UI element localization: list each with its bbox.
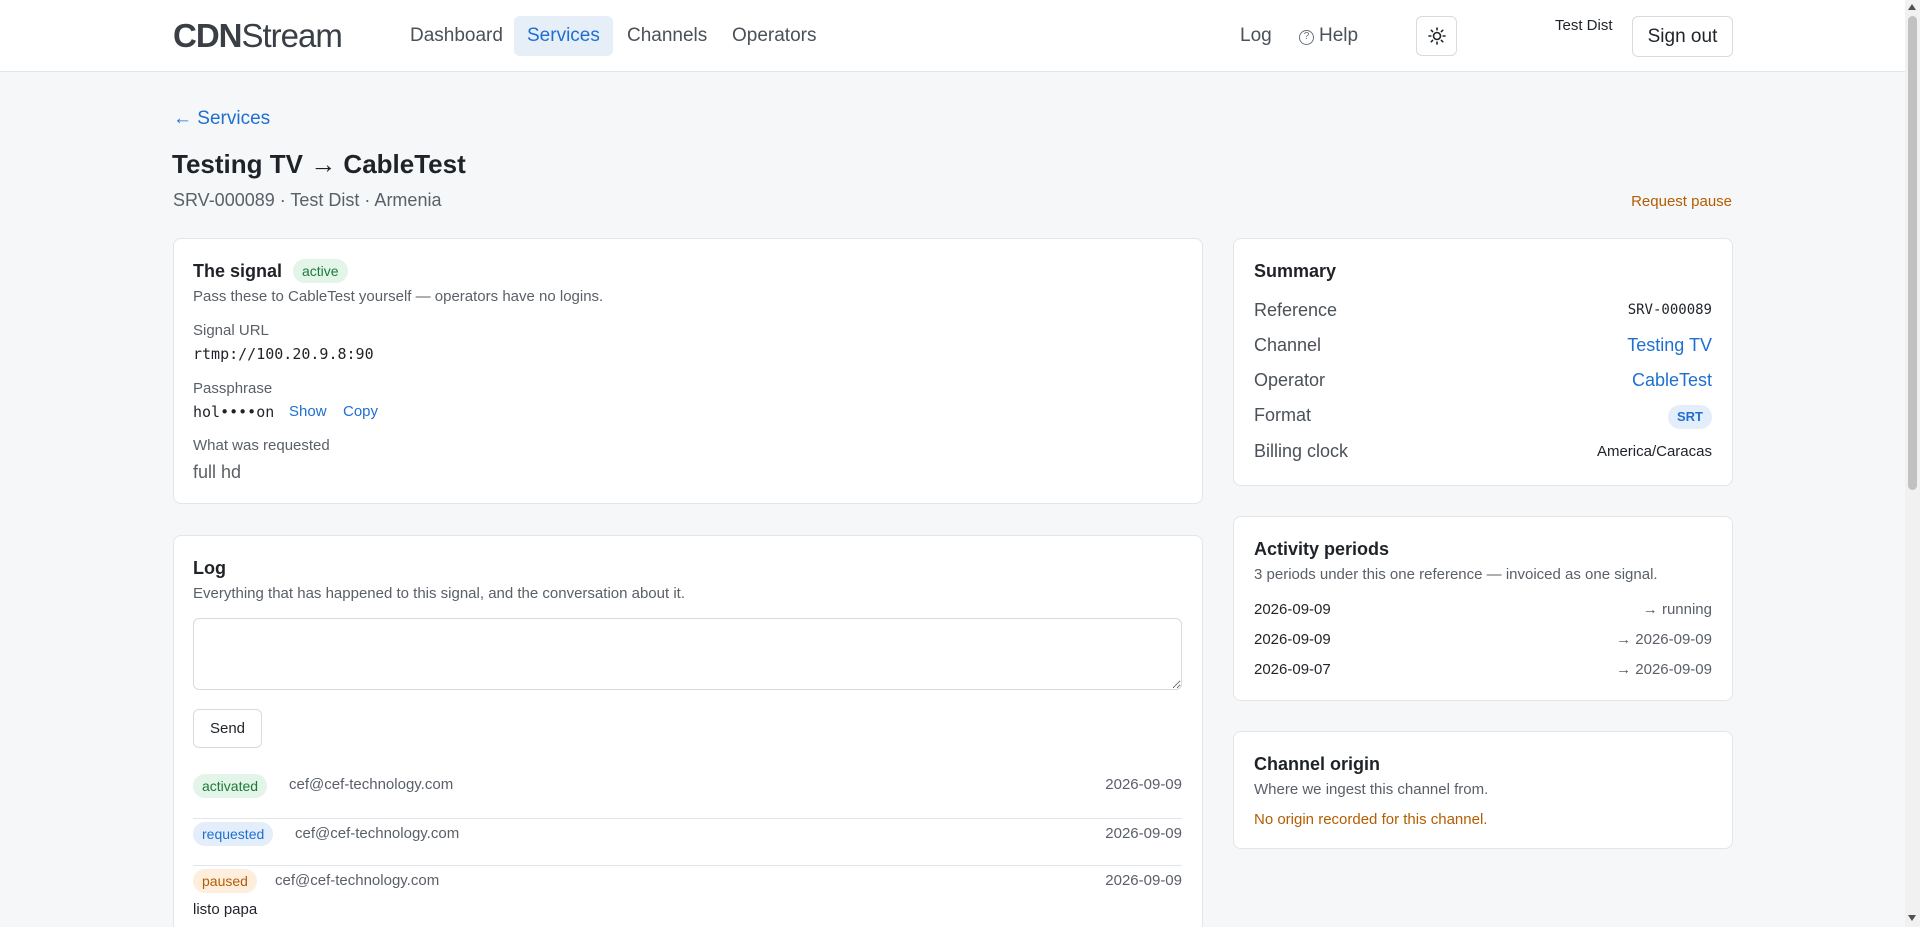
log-date: 2026-09-09: [1105, 872, 1182, 889]
nav-operators[interactable]: Operators: [719, 16, 829, 56]
nav-services[interactable]: Services: [514, 16, 613, 56]
activity-periods-title: Activity periods: [1254, 539, 1390, 559]
operator-label: Operator: [1254, 370, 1326, 390]
log-status-badge: requested: [193, 822, 274, 846]
signal-url-label: Signal URL: [193, 322, 269, 339]
top-navigation-bar: CDNStream Dashboard Services Channels Op…: [0, 0, 1905, 72]
status-badge: active: [293, 259, 348, 283]
summary-row-reference: Reference SRV-000089: [1254, 300, 1712, 330]
format-badge: SRT: [1668, 405, 1712, 429]
reference-label: Reference: [1254, 300, 1338, 320]
period-row: 2026-09-09 → running: [1254, 601, 1712, 618]
log-author: cef@cef-technology.com: [289, 776, 454, 793]
no-origin-warning: No origin recorded for this channel.: [1254, 811, 1488, 828]
log-entry: requested cef@cef-technology.com 2026-09…: [193, 819, 1182, 866]
log-author: cef@cef-technology.com: [295, 825, 460, 842]
log-entry: paused cef@cef-technology.com 2026-09-09…: [193, 869, 1182, 927]
summary-row-operator: Operator CableTest: [1254, 370, 1712, 400]
summary-row-format: Format SRT: [1254, 405, 1712, 435]
channel-origin-title: Channel origin: [1254, 754, 1380, 774]
copy-passphrase-button[interactable]: Copy: [343, 403, 378, 420]
log-status-badge: paused: [193, 869, 257, 893]
page-scrollbar[interactable]: [1905, 0, 1920, 927]
channel-label: Channel: [1254, 335, 1322, 355]
theme-toggle-button[interactable]: [1416, 16, 1457, 56]
requested-label: What was requested: [193, 437, 330, 454]
show-passphrase-button[interactable]: Show: [289, 403, 327, 420]
period-end: → 2026-09-09: [1616, 631, 1712, 648]
period-start: 2026-09-07: [1254, 661, 1331, 678]
period-row: 2026-09-09 → 2026-09-09: [1254, 631, 1712, 648]
scroll-down-icon[interactable]: [1908, 915, 1916, 921]
summary-card-title: Summary: [1254, 261, 1337, 281]
passphrase-value: hol••••on: [193, 403, 275, 421]
send-button[interactable]: Send: [193, 709, 262, 748]
operator-link[interactable]: CableTest: [1632, 370, 1712, 391]
help-link[interactable]: ? Help: [1299, 16, 1358, 56]
log-date: 2026-09-09: [1105, 825, 1182, 842]
sun-icon: [1428, 27, 1446, 45]
period-end: → running: [1642, 601, 1712, 618]
log-message-input[interactable]: [193, 618, 1182, 690]
period-end: → 2026-09-09: [1616, 661, 1712, 678]
summary-row-channel: Channel Testing TV: [1254, 335, 1712, 365]
signal-card-title: The signal: [193, 261, 283, 281]
format-label: Format: [1254, 405, 1312, 425]
reference-value: SRV-000089: [1627, 302, 1712, 318]
nav-channels[interactable]: Channels: [614, 16, 720, 56]
billing-clock-label: Billing clock: [1254, 441, 1349, 461]
channel-origin-description: Where we ingest this channel from.: [1254, 781, 1489, 798]
help-label: Help: [1319, 25, 1359, 46]
help-circle-icon: ?: [1299, 30, 1314, 45]
back-to-services-link[interactable]: ← Services: [173, 108, 270, 130]
signal-url-value: rtmp://100.20.9.8:90: [193, 345, 374, 363]
scrollbar-thumb[interactable]: [1908, 16, 1917, 490]
log-date: 2026-09-09: [1105, 776, 1182, 793]
app-logo[interactable]: CDNStream: [173, 17, 343, 55]
billing-clock-value: America/Caracas: [1596, 443, 1712, 460]
summary-row-billing: Billing clock America/Caracas: [1254, 441, 1712, 471]
log-status-badge: activated: [193, 774, 268, 798]
page-subtitle: SRV-000089 · Test Dist · Armenia: [173, 190, 442, 210]
channel-link[interactable]: Testing TV: [1627, 335, 1712, 356]
activity-periods-description: 3 periods under this one reference — inv…: [1254, 566, 1658, 583]
requested-value: full hd: [193, 462, 242, 482]
period-start: 2026-09-09: [1254, 601, 1331, 618]
period-row: 2026-09-07 → 2026-09-09: [1254, 661, 1712, 678]
scroll-up-icon[interactable]: [1908, 4, 1916, 10]
log-note: listo papa: [193, 901, 258, 918]
period-start: 2026-09-09: [1254, 631, 1331, 648]
log-author: cef@cef-technology.com: [275, 872, 440, 889]
log-link[interactable]: Log: [1240, 16, 1272, 56]
current-user-name: Test Dist: [1555, 17, 1613, 34]
page-title: Testing TV → CableTest: [172, 149, 466, 179]
log-entry: activated cef@cef-technology.com 2026-09…: [193, 772, 1182, 819]
sign-out-button[interactable]: Sign out: [1632, 16, 1733, 57]
nav-dashboard[interactable]: Dashboard: [397, 16, 516, 56]
log-description: Everything that has happened to this sig…: [193, 585, 685, 602]
log-card-title: Log: [193, 558, 226, 578]
request-pause-link[interactable]: Request pause: [1631, 193, 1732, 210]
signal-description: Pass these to CableTest yourself — opera…: [193, 288, 604, 305]
passphrase-label: Passphrase: [193, 380, 273, 397]
